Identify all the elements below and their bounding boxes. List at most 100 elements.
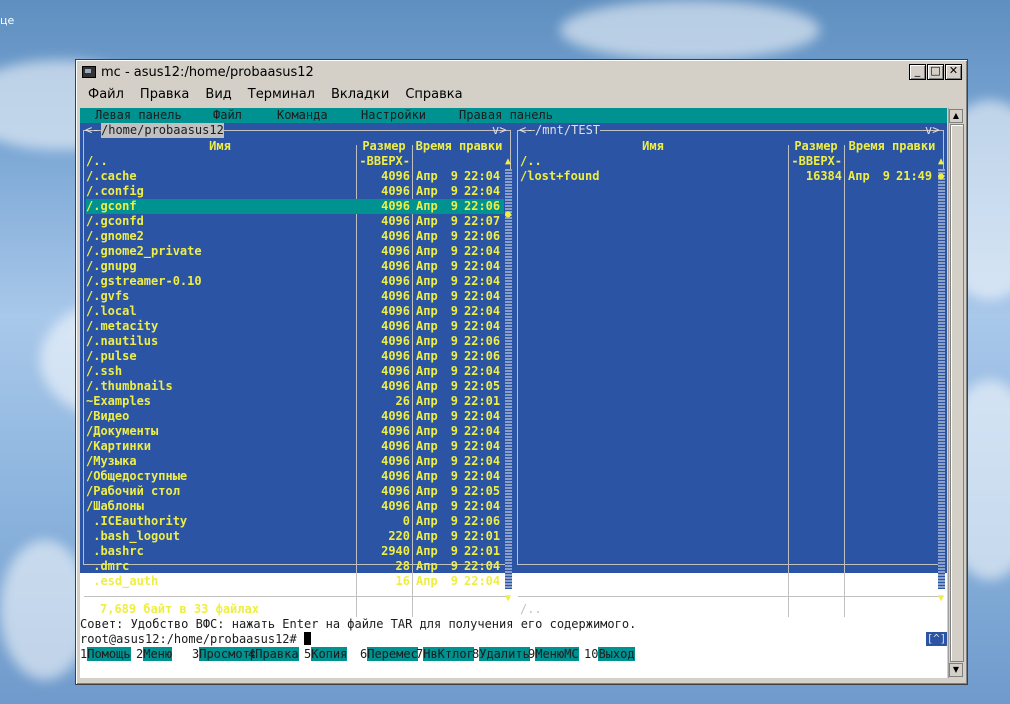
list-item[interactable]: /.pulse 4096 Апр 9 22:06	[86, 349, 504, 364]
menu-help[interactable]: Справка	[405, 87, 462, 102]
file-name: /.nautilus	[86, 334, 159, 348]
file-time: 22:05	[464, 484, 501, 498]
list-item[interactable]: /.metacity 4096 Апр 9 22:04	[86, 319, 504, 334]
left-scroll-thumb-icon[interactable]: ●	[505, 207, 511, 222]
file-name: /.gconfd	[86, 214, 144, 228]
menu-file[interactable]: Файл	[88, 87, 124, 102]
fkey-7[interactable]: 7НвКтлог	[416, 647, 474, 662]
mc-menu-file[interactable]: Файл	[213, 108, 242, 123]
right-header-name[interactable]: Имя	[520, 139, 786, 154]
right-panel[interactable]: <- /mnt/TEST v> Имя Размер Время правки …	[514, 123, 947, 617]
list-item[interactable]: /.gvfs 4096 Апр 9 22:04	[86, 289, 504, 304]
menu-terminal[interactable]: Терминал	[248, 87, 315, 102]
list-item[interactable]: /Видео 4096 Апр 9 22:04	[86, 409, 504, 424]
list-item[interactable]: /.. -ВВЕРХ-	[86, 154, 504, 169]
list-item[interactable]: /.gconf 4096 Апр 9 22:06	[86, 199, 504, 214]
terminal-area[interactable]: Левая панель Файл Команда Настройки Прав…	[80, 108, 947, 678]
mc-menu-options[interactable]: Настройки	[361, 108, 426, 123]
fkey-label: Копия	[311, 647, 348, 661]
right-header-time[interactable]: Время правки	[846, 139, 938, 154]
file-name: /.cache	[86, 169, 137, 183]
right-scroll-down-icon[interactable]: ▼	[938, 591, 944, 606]
scroll-up-arrow-icon[interactable]: ▲	[949, 109, 963, 123]
list-item[interactable]: .ICEauthority 0 Апр 9 22:06	[86, 514, 504, 529]
list-item[interactable]: ~Examples 26 Апр 9 22:01	[86, 394, 504, 409]
fkey-4[interactable]: 4Правка	[248, 647, 299, 662]
mc-menu-command[interactable]: Команда	[277, 108, 328, 123]
file-name: /.pulse	[86, 349, 137, 363]
list-item[interactable]: /Общедоступные 4096 Апр 9 22:04	[86, 469, 504, 484]
menu-view[interactable]: Вид	[205, 87, 231, 102]
file-time: 22:04	[464, 559, 501, 573]
fkey-2[interactable]: 2Меню	[136, 647, 173, 662]
file-name: /.metacity	[86, 319, 159, 333]
command-prompt[interactable]: root@asus12:/home/probaasus12#	[80, 632, 311, 647]
list-item[interactable]: .dmrc 28 Апр 9 22:04	[86, 559, 504, 574]
file-month: Апр	[416, 259, 438, 273]
list-item[interactable]: /.nautilus 4096 Апр 9 22:06	[86, 334, 504, 349]
list-item[interactable]: /Картинки 4096 Апр 9 22:04	[86, 439, 504, 454]
right-path-right-toggle[interactable]: v>	[925, 123, 939, 138]
left-scroll-up-icon[interactable]: ▲	[505, 154, 511, 169]
left-scroll-down-icon[interactable]: ▼	[505, 591, 511, 606]
fkey-1[interactable]: 1Помощь	[80, 647, 131, 662]
file-day: 9	[450, 529, 458, 543]
file-size: -ВВЕРХ-	[359, 154, 410, 168]
list-item[interactable]: /Шаблоны 4096 Апр 9 22:04	[86, 499, 504, 514]
fkey-10[interactable]: 10Выход	[584, 647, 635, 662]
mc-menu-right-panel[interactable]: Правая панель	[459, 108, 553, 123]
list-item[interactable]: /.gnupg 4096 Апр 9 22:04	[86, 259, 504, 274]
left-panel[interactable]: <- /home/probaasus12 v> Имя Размер Время…	[80, 123, 514, 617]
list-item[interactable]: .esd_auth 16 Апр 9 22:04	[86, 574, 504, 589]
fkey-5[interactable]: 5Копия	[304, 647, 348, 662]
file-time: 22:04	[464, 169, 501, 183]
maximize-button[interactable]: □	[927, 64, 944, 80]
list-item[interactable]: /.gconfd 4096 Апр 9 22:07	[86, 214, 504, 229]
left-header-name[interactable]: Имя	[86, 139, 354, 154]
list-item[interactable]: /Музыка 4096 Апр 9 22:04	[86, 454, 504, 469]
list-item[interactable]: .bashrc 2940 Апр 9 22:01	[86, 544, 504, 559]
right-scroll-up-icon[interactable]: ▲	[938, 154, 944, 169]
scrollbar-thumb[interactable]	[950, 124, 964, 662]
title-bar[interactable]: mc - asus12:/home/probaasus12 _ □ ✕	[79, 63, 964, 81]
fkey-6[interactable]: 6Перемес	[360, 647, 418, 662]
history-button[interactable]: [^]	[926, 632, 947, 646]
right-scroll-thumb-icon[interactable]: ●	[938, 169, 944, 184]
left-scrollbar[interactable]	[505, 169, 512, 589]
close-button[interactable]: ✕	[945, 64, 962, 80]
left-header-time[interactable]: Время правки	[414, 139, 504, 154]
left-path-right-toggle[interactable]: v>	[492, 123, 506, 138]
list-item[interactable]: /.local 4096 Апр 9 22:04	[86, 304, 504, 319]
right-footer-sep	[518, 596, 943, 597]
list-item[interactable]: /.gstreamer-0.10 4096 Апр 9 22:04	[86, 274, 504, 289]
file-month: Апр	[416, 199, 438, 213]
file-name: /Шаблоны	[86, 499, 144, 513]
fkey-9[interactable]: 9МенюМС	[528, 647, 579, 662]
window-scrollbar[interactable]: ▲ ▼	[948, 108, 964, 678]
right-path-left-toggle[interactable]: <-	[519, 123, 533, 138]
list-item[interactable]: /Документы 4096 Апр 9 22:04	[86, 424, 504, 439]
menu-tabs[interactable]: Вкладки	[331, 87, 389, 102]
list-item[interactable]: /.. -ВВЕРХ-	[520, 154, 936, 169]
scroll-down-arrow-icon[interactable]: ▼	[949, 663, 963, 677]
left-header-size[interactable]: Размер	[358, 139, 410, 154]
list-item[interactable]: /.cache 4096 Апр 9 22:04	[86, 169, 504, 184]
list-item[interactable]: /.ssh 4096 Апр 9 22:04	[86, 364, 504, 379]
list-item[interactable]: /.config 4096 Апр 9 22:04	[86, 184, 504, 199]
fkey-8[interactable]: 8Удалить	[472, 647, 530, 662]
menu-edit[interactable]: Правка	[140, 87, 189, 102]
file-size: 4096	[381, 409, 410, 423]
list-item[interactable]: /.gnome2 4096 Апр 9 22:06	[86, 229, 504, 244]
fkey-label: НвКтлог	[423, 647, 474, 661]
file-size: 4096	[381, 289, 410, 303]
list-item[interactable]: .bash_logout 220 Апр 9 22:01	[86, 529, 504, 544]
minimize-button[interactable]: _	[909, 64, 926, 80]
list-item[interactable]: /lost+found 16384 Апр 9 21:49	[520, 169, 936, 184]
list-item[interactable]: /.gnome2_private 4096 Апр 9 22:04	[86, 244, 504, 259]
right-scrollbar[interactable]	[938, 169, 945, 589]
list-item[interactable]: /Рабочий стол 4096 Апр 9 22:05	[86, 484, 504, 499]
list-item[interactable]: /.thumbnails 4096 Апр 9 22:05	[86, 379, 504, 394]
left-path-left-toggle[interactable]: <-	[85, 123, 99, 138]
mc-menu-left-panel[interactable]: Левая панель	[95, 108, 182, 123]
right-header-size[interactable]: Размер	[790, 139, 842, 154]
